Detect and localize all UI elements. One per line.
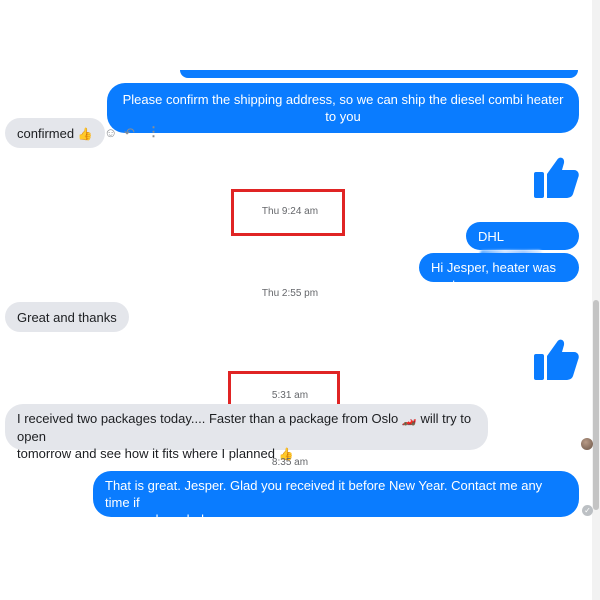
thumbs-up-icon xyxy=(534,339,579,380)
read-receipt-avatar xyxy=(581,438,593,450)
message-reply-help[interactable]: That is great. Jesper. Glad you received… xyxy=(93,471,579,527)
thumbs-up-icon xyxy=(534,157,579,198)
more-icon[interactable]: ⋮ xyxy=(147,125,160,138)
message-heater-sent[interactable]: Hi Jesper, heater was sent xyxy=(419,253,579,292)
message-received-packages[interactable]: I received two packages today.... Faster… xyxy=(5,404,488,461)
message-line-2: you need any help. xyxy=(105,512,215,527)
timestamp-thu-255: Thu 2:55 pm xyxy=(261,288,319,299)
previous-message-bubble-edge xyxy=(180,70,578,78)
message-dhl-tracking[interactable]: DHL xyxy=(466,222,579,260)
race-car-emoji: 🏎️ xyxy=(401,412,417,426)
message-line-1: I received two packages today.... Faster… xyxy=(17,410,476,445)
message-text: DHL xyxy=(478,229,505,244)
timestamp-thu-924: Thu 9:24 am xyxy=(261,206,319,217)
message-shipping-request[interactable]: Please confirm the shipping address, so … xyxy=(107,83,579,133)
delivered-check-icon: ✓ xyxy=(582,505,593,516)
timestamp-835: 8:35 am xyxy=(271,457,309,468)
timestamp-531: 5:31 am xyxy=(271,390,309,401)
message-great-thanks[interactable]: Great and thanks xyxy=(5,302,129,332)
thumbs-up-emoji: 👍 xyxy=(77,127,93,141)
reply-icon[interactable]: ↶ xyxy=(124,126,135,139)
message-text: I received two packages today.... Faster… xyxy=(17,411,399,426)
smiley-icon[interactable]: ☺ xyxy=(104,126,117,139)
message-confirmed[interactable]: confirmed 👍 xyxy=(5,118,105,148)
message-line-1: That is great. Jesper. Glad you received… xyxy=(105,478,543,510)
message-text: confirmed xyxy=(17,126,75,141)
scrollbar-thumb[interactable] xyxy=(593,300,599,510)
